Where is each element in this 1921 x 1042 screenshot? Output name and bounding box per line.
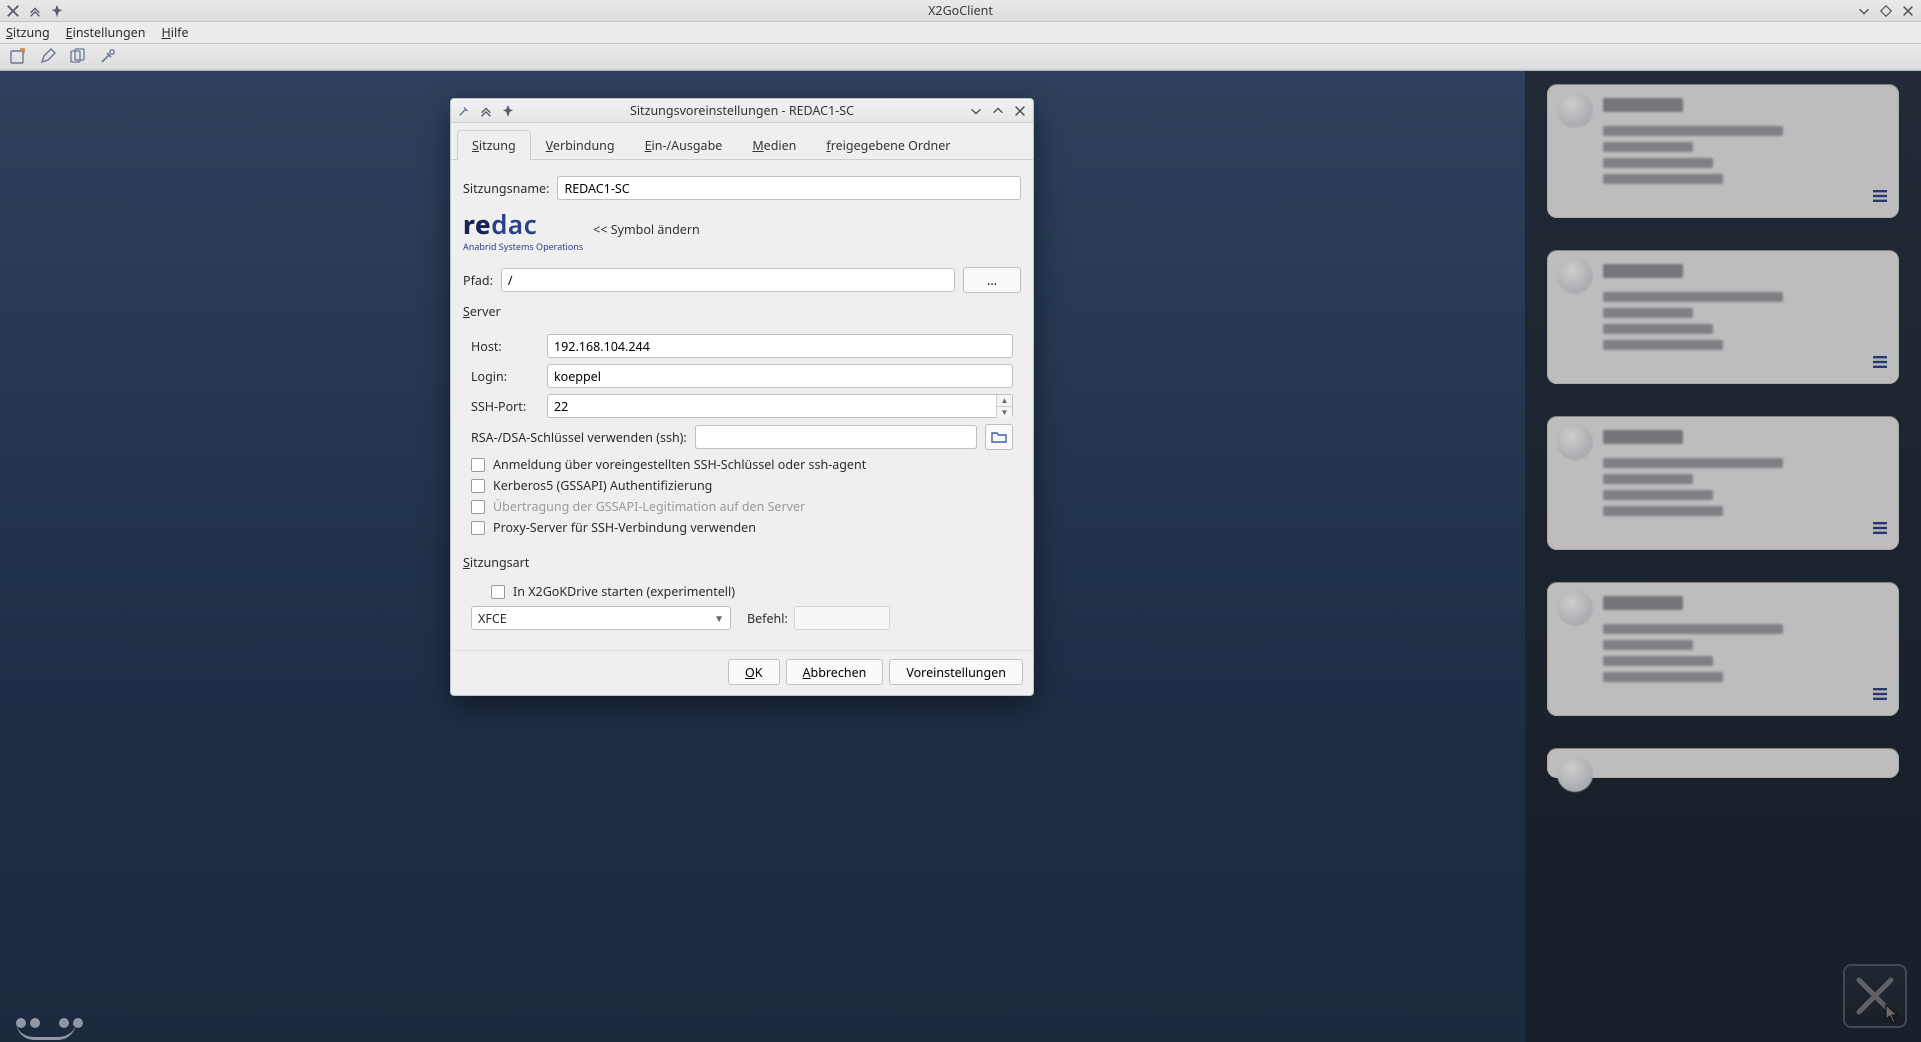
folder-open-icon[interactable]: [985, 424, 1013, 450]
ok-button[interactable]: OK: [728, 659, 780, 685]
main-window: X2GoClient Sitzung Einstellungen Hilfe: [0, 0, 1921, 1042]
settings-icon[interactable]: [98, 47, 118, 67]
pfad-label: Pfad:: [463, 272, 493, 289]
tab-einaus[interactable]: Ein-/Ausgabe: [630, 130, 738, 160]
pin-icon[interactable]: [501, 104, 515, 118]
main-menubar: Sitzung Einstellungen Hilfe: [0, 22, 1921, 44]
session-name-label: Sitzungsname:: [463, 180, 549, 197]
sshport-spinner[interactable]: ▲▼: [996, 395, 1012, 417]
host-label: Host:: [471, 338, 539, 355]
tab-sitzung[interactable]: Sitzung: [457, 130, 531, 160]
kdrive-label: In X2GoKDrive starten (experimentell): [513, 583, 735, 600]
window-title: X2GoClient: [70, 2, 1851, 19]
canvas-area: Sitzungsvoreinstellungen - REDAC1-SC Sit…: [0, 70, 1921, 1042]
cancel-button[interactable]: Abbrechen: [786, 659, 884, 685]
rsa-key-input[interactable]: [695, 425, 977, 449]
edit-session-icon[interactable]: [38, 47, 58, 67]
dialog-title: Sitzungsvoreinstellungen - REDAC1-SC: [515, 102, 969, 119]
rsa-label: RSA-/DSA-Schlüssel verwenden (ssh):: [471, 429, 687, 446]
dialog-minimize-icon[interactable]: [969, 104, 983, 118]
brand-subtext: Anabrid Systems Operations: [463, 240, 583, 253]
befehl-label: Befehl:: [747, 610, 788, 627]
gssapi-deleg-checkbox: [471, 500, 485, 514]
kdrive-checkbox[interactable]: [491, 585, 505, 599]
session-name-input[interactable]: [557, 176, 1021, 200]
session-prefs-dialog: Sitzungsvoreinstellungen - REDAC1-SC Sit…: [450, 98, 1034, 696]
menu-hilfe[interactable]: Hilfe: [161, 24, 188, 41]
preset-key-checkbox[interactable]: [471, 458, 485, 472]
main-toolbar: [0, 44, 1921, 70]
sessiontype-heading: Sitzungsart: [463, 554, 1021, 571]
dialog-app-icon[interactable]: [457, 104, 471, 118]
chevron-down-icon: ▼: [714, 611, 724, 625]
maximize-icon[interactable]: [1879, 4, 1893, 18]
login-label: Login:: [471, 368, 539, 385]
browse-path-button[interactable]: ...: [963, 267, 1021, 293]
menu-einstellungen[interactable]: Einstellungen: [66, 24, 146, 41]
new-session-icon[interactable]: [8, 47, 28, 67]
session-logo: redac Anabrid Systems Operations: [463, 206, 583, 253]
prefs-button[interactable]: Voreinstellungen: [889, 659, 1023, 685]
tab-medien[interactable]: Medien: [737, 130, 811, 160]
minimize-icon[interactable]: [1857, 4, 1871, 18]
sshport-input[interactable]: [547, 394, 1013, 418]
dialog-button-bar: OK Abbrechen Voreinstellungen: [451, 650, 1033, 695]
proxy-label: Proxy-Server für SSH-Verbindung verwende…: [493, 519, 756, 536]
change-symbol-link[interactable]: << Symbol ändern: [593, 221, 700, 238]
server-heading: Server: [463, 303, 1021, 320]
kerberos-checkbox[interactable]: [471, 479, 485, 493]
dialog-maximize-icon[interactable]: [991, 104, 1005, 118]
close-icon[interactable]: [1901, 4, 1915, 18]
menu-sitzung[interactable]: Sitzung: [6, 24, 50, 41]
tab-ordner[interactable]: freigegebene Ordner: [811, 130, 965, 160]
dialog-tabs: Sitzung Verbindung Ein-/Ausgabe Medien f…: [451, 123, 1033, 160]
gssapi-deleg-label: Übertragung der GSSAPI-Legitimation auf …: [493, 498, 805, 515]
host-input[interactable]: [547, 334, 1013, 358]
pfad-input[interactable]: [501, 268, 955, 292]
proxy-checkbox[interactable]: [471, 521, 485, 535]
caret-up-double-icon[interactable]: [28, 4, 42, 18]
desktop-select-value: XFCE: [478, 610, 507, 627]
main-titlebar: X2GoClient: [0, 0, 1921, 22]
pin-icon[interactable]: [50, 4, 64, 18]
befehl-input: [794, 606, 890, 630]
preset-key-label: Anmeldung über voreingestellten SSH-Schl…: [493, 456, 866, 473]
tab-verbindung[interactable]: Verbindung: [531, 130, 630, 160]
login-input[interactable]: [547, 364, 1013, 388]
sshport-label: SSH-Port:: [471, 398, 539, 415]
kerberos-label: Kerberos5 (GSSAPI) Authentifizierung: [493, 477, 712, 494]
desktop-select[interactable]: XFCE ▼: [471, 606, 731, 630]
caret-up-double-icon[interactable]: [479, 104, 493, 118]
dialog-titlebar: Sitzungsvoreinstellungen - REDAC1-SC: [451, 99, 1033, 123]
dialog-close-icon[interactable]: [1013, 104, 1027, 118]
app-menu-icon[interactable]: [6, 4, 20, 18]
duplicate-session-icon[interactable]: [68, 47, 88, 67]
